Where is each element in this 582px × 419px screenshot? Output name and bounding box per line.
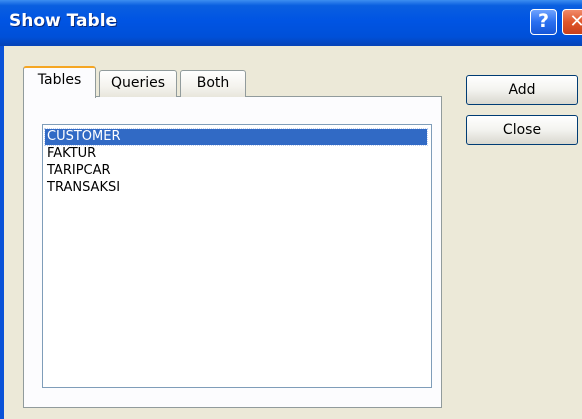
- list-item-transaksi[interactable]: TRANSAKSI: [45, 180, 427, 196]
- help-icon: ?: [537, 10, 550, 32]
- tab-tables[interactable]: Tables: [23, 66, 96, 98]
- list-item-customer[interactable]: CUSTOMER: [44, 128, 428, 146]
- list-item-taripcar[interactable]: TARIPCAR: [45, 163, 427, 179]
- window-title: Show Table: [9, 11, 118, 31]
- close-button[interactable]: Close: [466, 115, 578, 145]
- tables-listbox[interactable]: CUSTOMER FAKTUR TARIPCAR TRANSAKSI: [42, 124, 432, 388]
- tab-both[interactable]: Both: [180, 70, 246, 97]
- close-window-button[interactable]: ✕: [562, 9, 582, 35]
- help-button[interactable]: ?: [530, 9, 557, 35]
- title-bar[interactable]: Show Table ? ✕: [0, 0, 582, 46]
- close-icon: ✕: [569, 11, 582, 32]
- tab-queries[interactable]: Queries: [99, 70, 177, 97]
- window-border: [0, 46, 4, 419]
- show-table-dialog: Show Table ? ✕ Tables Queries Both CUSTO…: [0, 0, 582, 419]
- list-item-faktur[interactable]: FAKTUR: [45, 146, 427, 162]
- add-button[interactable]: Add: [466, 75, 578, 105]
